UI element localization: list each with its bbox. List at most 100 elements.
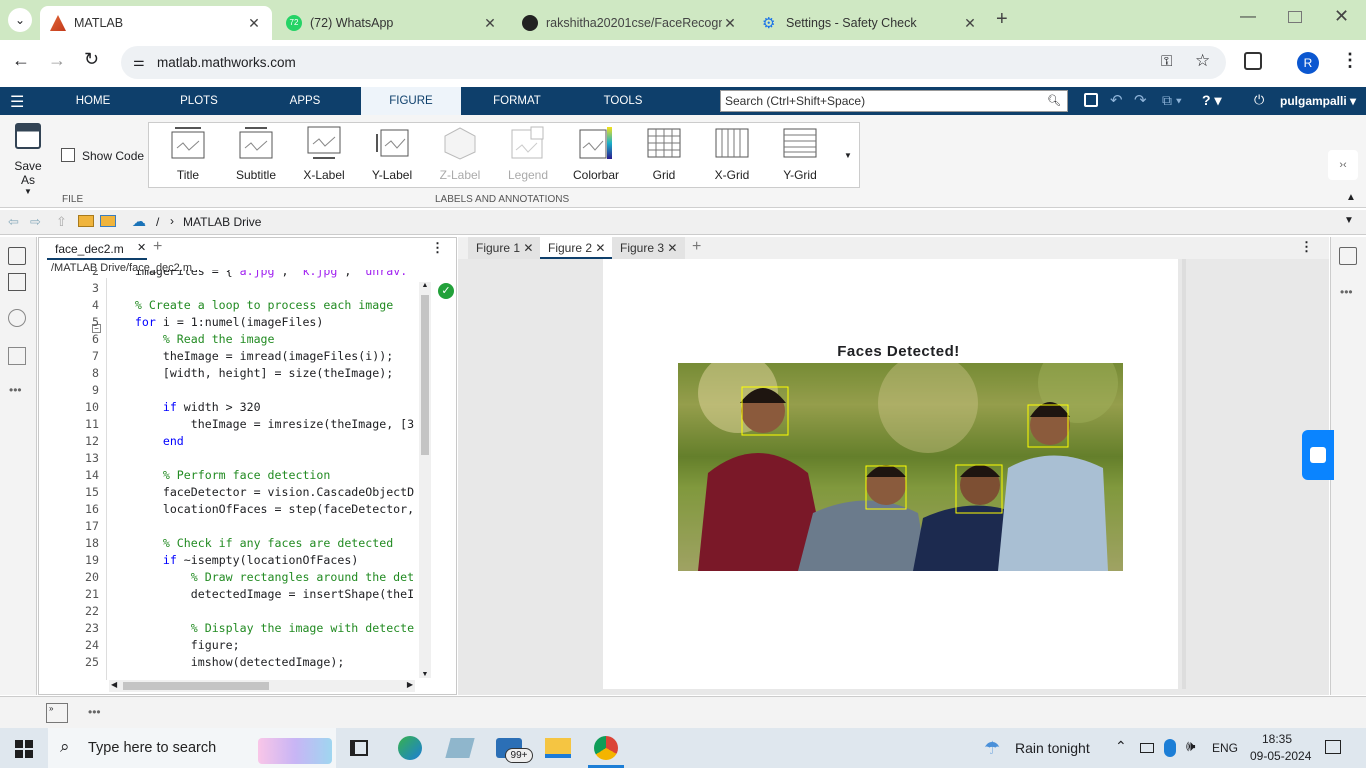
tab-tools[interactable]: TOOLS	[588, 87, 658, 115]
weather-text[interactable]: Rain tonight	[1015, 740, 1090, 756]
hscroll-thumb[interactable]	[123, 682, 269, 690]
title-button[interactable]: Title	[158, 126, 218, 186]
minimize-button[interactable]: —	[1240, 8, 1264, 26]
weather-icon[interactable]: ☂	[984, 738, 1000, 759]
close-icon[interactable]: ✕	[246, 15, 262, 32]
close-icon[interactable]: ✕	[137, 241, 146, 254]
volume-icon[interactable]: 🕪︎	[1186, 738, 1195, 755]
bluetooth-icon[interactable]	[1164, 739, 1176, 757]
code-line[interactable]: 17	[39, 518, 419, 535]
battery-icon[interactable]	[1140, 743, 1154, 753]
browser-tab-matlab[interactable]: MATLAB ✕	[40, 6, 272, 40]
code-line[interactable]: 3	[39, 280, 419, 297]
forward-icon[interactable]: →	[48, 50, 66, 71]
tab-apps[interactable]: APPS	[270, 87, 340, 115]
save-as-button[interactable]: Save As ▼	[6, 123, 50, 196]
code-line[interactable]: 7 theImage = imread(imageFiles(i));	[39, 348, 419, 365]
xlabel-button[interactable]: X-Label	[294, 126, 354, 186]
code-line[interactable]: 9	[39, 382, 419, 399]
language-indicator[interactable]: ENG	[1212, 741, 1238, 755]
vertical-scrollbar[interactable]: ▲ ▼	[419, 282, 431, 678]
code-analyzer-ok-icon[interactable]: ✓	[438, 283, 454, 299]
new-editor-tab-icon[interactable]: +	[153, 238, 162, 256]
code-line[interactable]: 8 [width, height] = size(theImage);	[39, 365, 419, 382]
code-line[interactable]: 19 if ~isempty(locationOfFaces)	[39, 552, 419, 569]
more-options-icon[interactable]: •••	[1340, 285, 1353, 299]
scroll-left-icon[interactable]: ◀	[111, 680, 117, 689]
scroll-thumb[interactable]	[421, 295, 429, 455]
redo-icon[interactable]: ↷	[1134, 91, 1147, 109]
undo-icon[interactable]: ↶	[1110, 91, 1123, 109]
ygrid-button[interactable]: Y-Grid	[770, 126, 830, 186]
clock-date[interactable]: 09-05-2024	[1250, 749, 1311, 763]
collapse-toolstrip-icon[interactable]: ▲	[1346, 192, 1356, 203]
workspace-panel-icon[interactable]	[8, 273, 26, 291]
close-icon[interactable]: ✕	[523, 241, 533, 255]
search-icon[interactable]: 🔍︎	[1047, 94, 1061, 107]
editor-tab[interactable]: face_dec2.m ✕	[47, 238, 147, 260]
close-icon[interactable]: ✕	[482, 15, 498, 32]
code-line[interactable]: 15 faceDetector = vision.CascadeObjectD	[39, 484, 419, 501]
save-icon[interactable]	[1084, 93, 1098, 107]
show-hidden-icons[interactable]: ⌃	[1115, 738, 1127, 755]
code-line[interactable]: 4 % Create a loop to process each image	[39, 297, 419, 314]
show-code-checkbox[interactable]	[61, 148, 75, 162]
command-window-icon[interactable]: »	[46, 703, 68, 723]
task-view-icon[interactable]	[350, 740, 368, 756]
edge-icon[interactable]	[398, 736, 422, 760]
code-area[interactable]: 2 imageFiles = {'a.jpg', 'k.jpg', 'unrav…	[39, 270, 419, 680]
more-options-icon[interactable]: •••	[88, 705, 101, 719]
zlabel-button[interactable]: Z-Label	[430, 126, 490, 186]
browser-menu-icon[interactable]: ⋮	[1341, 50, 1359, 71]
reload-icon[interactable]: ↻	[84, 49, 99, 70]
back-icon[interactable]: ←	[12, 50, 30, 71]
path-root[interactable]: /	[156, 215, 159, 229]
clock-time[interactable]: 18:35	[1262, 732, 1292, 746]
new-tab-button[interactable]: +	[996, 8, 1008, 31]
browser-tab-whatsapp[interactable]: 72 (72) WhatsApp ✕	[276, 6, 508, 40]
figure-menu-icon[interactable]: ⋮	[1300, 239, 1313, 255]
tab-figure-1[interactable]: Figure 1 ✕	[468, 237, 542, 259]
code-line[interactable]: 16 locationOfFaces = step(faceDetector,	[39, 501, 419, 518]
key-icon[interactable]: ⚿	[1161, 53, 1172, 70]
tab-home[interactable]: HOME	[58, 87, 128, 115]
code-line[interactable]: 11 theImage = imresize(theImage, [3	[39, 416, 419, 433]
code-line[interactable]: 21 detectedImage = insertShape(theI	[39, 586, 419, 603]
site-settings-icon[interactable]: ⚌	[133, 54, 145, 70]
code-line[interactable]: 2 imageFiles = {'a.jpg', 'k.jpg', 'unrav…	[39, 270, 419, 280]
help-icon[interactable]: ? ▾	[1202, 92, 1221, 109]
code-line[interactable]: 12 end	[39, 433, 419, 450]
code-line[interactable]: 6 % Read the image	[39, 331, 419, 348]
horizontal-scrollbar[interactable]: ◀ ▶	[109, 680, 415, 692]
path-folder[interactable]: MATLAB Drive	[183, 215, 261, 229]
more-options-icon[interactable]: •••	[9, 383, 22, 397]
detected-faces-image[interactable]	[678, 363, 1123, 571]
scroll-down-icon[interactable]: ▼	[419, 671, 431, 678]
address-bar[interactable]: ⚌ matlab.mathworks.com ⚿ ☆	[121, 46, 1226, 79]
hamburger-menu-icon[interactable]: ☰	[10, 92, 24, 112]
tab-search-button[interactable]: ⌄	[8, 8, 32, 32]
up-folder-icon[interactable]: ⇧	[56, 214, 67, 230]
close-icon[interactable]: ✕	[962, 15, 978, 32]
close-icon[interactable]: ✕	[667, 241, 677, 255]
scroll-up-icon[interactable]: ▲	[419, 282, 431, 289]
path-dropdown-icon[interactable]: ▼	[1344, 215, 1354, 226]
power-icon[interactable]: ⏻	[1254, 92, 1264, 108]
app-icon[interactable]	[445, 738, 475, 758]
forward-folder-icon[interactable]: ⇨	[30, 214, 41, 230]
tab-format[interactable]: FORMAT	[482, 87, 552, 115]
grid-button[interactable]: Grid	[634, 126, 694, 186]
file-explorer-icon[interactable]	[545, 738, 571, 758]
extensions-icon[interactable]	[1244, 52, 1262, 70]
properties-icon[interactable]	[1339, 247, 1357, 265]
code-line[interactable]: 25 imshow(detectedImage);	[39, 654, 419, 671]
switch-windows-icon[interactable]: ⧉ ▾	[1162, 92, 1182, 109]
notifications-icon[interactable]	[1325, 740, 1341, 754]
files-panel-icon[interactable]	[8, 247, 26, 265]
tab-plots[interactable]: PLOTS	[164, 87, 234, 115]
browse-folder-icon[interactable]	[100, 215, 116, 227]
variables-panel-icon[interactable]	[8, 347, 26, 365]
restore-button[interactable]	[1288, 11, 1302, 23]
browser-tab-settings[interactable]: ⚙ Settings - Safety Check ✕	[752, 6, 988, 40]
history-panel-icon[interactable]	[8, 309, 26, 327]
